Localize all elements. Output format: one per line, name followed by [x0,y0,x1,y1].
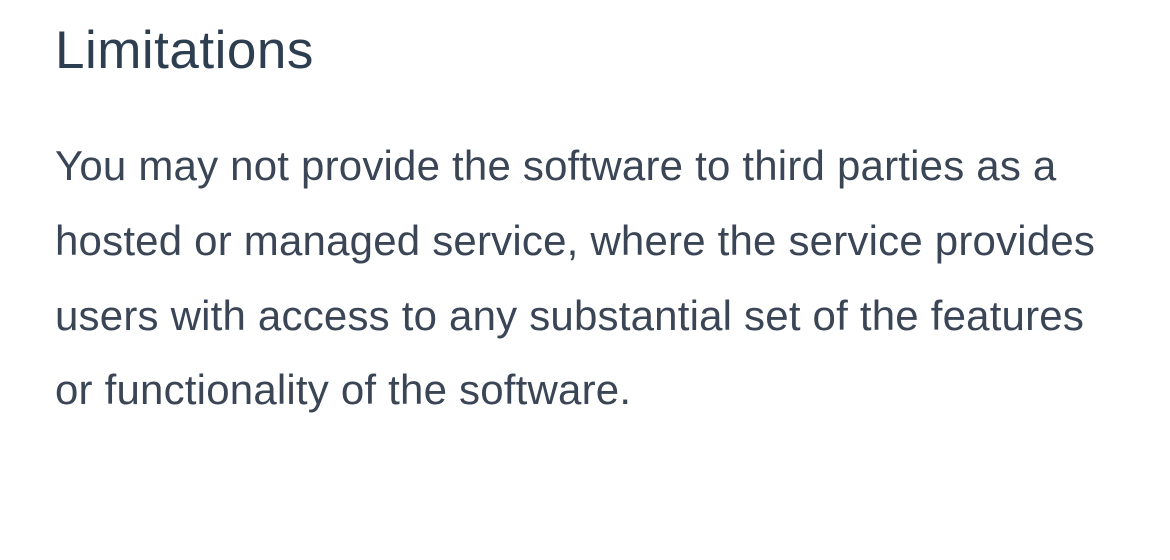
section-heading: Limitations [55,20,1120,81]
section-body-text: You may not provide the software to thir… [55,129,1120,428]
